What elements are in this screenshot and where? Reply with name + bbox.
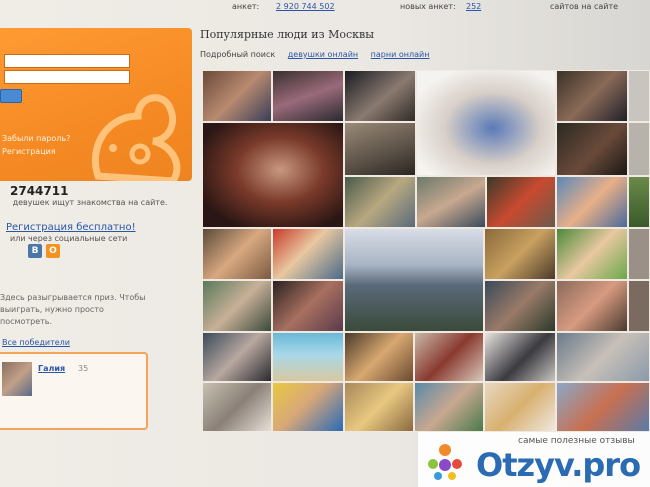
promo-text: Здесь разыгрывается приз. Чтобы выиграть… [0,293,146,326]
login-password-field[interactable] [4,70,130,84]
profile-photo[interactable] [344,332,414,382]
profile-photo[interactable] [414,332,484,382]
profile-photo[interactable] [414,382,484,432]
user-name-link[interactable]: Галия [38,364,65,373]
profile-photo[interactable] [416,176,486,228]
watermark: самые полезные отзывы Otzyv.pro [418,432,650,487]
stats-bar: анкет: 2 920 744 502 новых анкет: 252 са… [200,0,650,14]
profile-photo[interactable] [202,228,272,280]
profile-photo[interactable] [484,382,556,432]
profile-photo[interactable] [202,122,344,228]
user-card[interactable]: Галия 35 [0,352,148,430]
stats-label-new: новых анкет: [400,2,456,11]
register-free-link[interactable]: Регистрация бесплатно! [6,222,136,233]
popular-title: Популярные люди из Москвы [200,28,374,41]
stats-total-link[interactable]: 2 920 744 502 [276,2,335,11]
stats-new-link[interactable]: 252 [466,2,481,11]
profile-photo[interactable] [556,228,628,280]
user-age: 35 [78,364,89,373]
mascot-icon [91,94,181,181]
tab-advanced-search[interactable]: Подробный поиск [200,50,275,59]
profile-photo[interactable] [484,280,556,332]
profile-photo[interactable] [344,122,416,176]
page: анкет: 2 920 744 502 новых анкет: 252 са… [0,0,650,487]
profile-photo[interactable] [556,176,628,228]
login-panel: Забыли пароль? Регистрация [0,28,192,181]
watermark-tagline: самые полезные отзывы [518,436,635,446]
social-login-label: или через социальные сети [10,234,128,243]
login-button[interactable] [0,89,22,103]
profile-photo[interactable] [344,382,414,432]
stats-label-sites: сайтов на сайте [550,2,619,11]
profile-photo[interactable] [556,382,650,432]
profile-photo[interactable] [272,382,344,432]
profile-photo[interactable] [416,70,556,176]
profile-photo[interactable] [556,122,628,176]
photo-grid [202,70,650,432]
profile-photo[interactable] [344,176,416,228]
watermark-brand: Otzyv.pro [476,446,641,484]
popular-tabs: Подробный поиск девушки онлайн парни онл… [200,50,439,59]
profile-photo[interactable] [628,70,650,122]
tab-girls-online[interactable]: девушки онлайн [288,50,358,59]
profile-photo[interactable] [628,122,650,176]
profile-photo[interactable] [556,280,628,332]
profile-photo[interactable] [344,228,484,332]
profile-photo[interactable] [272,332,344,382]
odnoklassniki-icon[interactable]: О [46,244,60,258]
profile-photo[interactable] [202,382,272,432]
forgot-password-link[interactable]: Забыли пароль? [2,134,70,143]
profile-photo[interactable] [556,70,628,122]
register-link-panel[interactable]: Регистрация [2,147,56,156]
member-count-desc: девушек ищут знакомства на сайте. [12,198,168,207]
profile-photo[interactable] [628,176,650,228]
login-email-field[interactable] [4,54,130,68]
profile-photo[interactable] [202,280,272,332]
profile-photo[interactable] [484,228,556,280]
user-avatar[interactable] [2,362,32,396]
profile-photo[interactable] [272,280,344,332]
otzyv-logo-icon [428,444,462,480]
member-count: 2744711 [10,184,69,198]
profile-photo[interactable] [556,332,650,382]
profile-photo[interactable] [272,228,344,280]
stats-label-total: анкет: [232,2,260,11]
tab-guys-online[interactable]: парни онлайн [371,50,430,59]
profile-photo[interactable] [628,228,650,280]
profile-photo[interactable] [486,176,556,228]
profile-photo[interactable] [628,280,650,332]
profile-photo[interactable] [344,70,416,122]
promo-winners-link[interactable]: Все победители [2,338,70,347]
profile-photo[interactable] [202,70,272,122]
profile-photo[interactable] [202,332,272,382]
vk-icon[interactable]: В [28,244,42,258]
profile-photo[interactable] [484,332,556,382]
profile-photo[interactable] [272,70,344,122]
